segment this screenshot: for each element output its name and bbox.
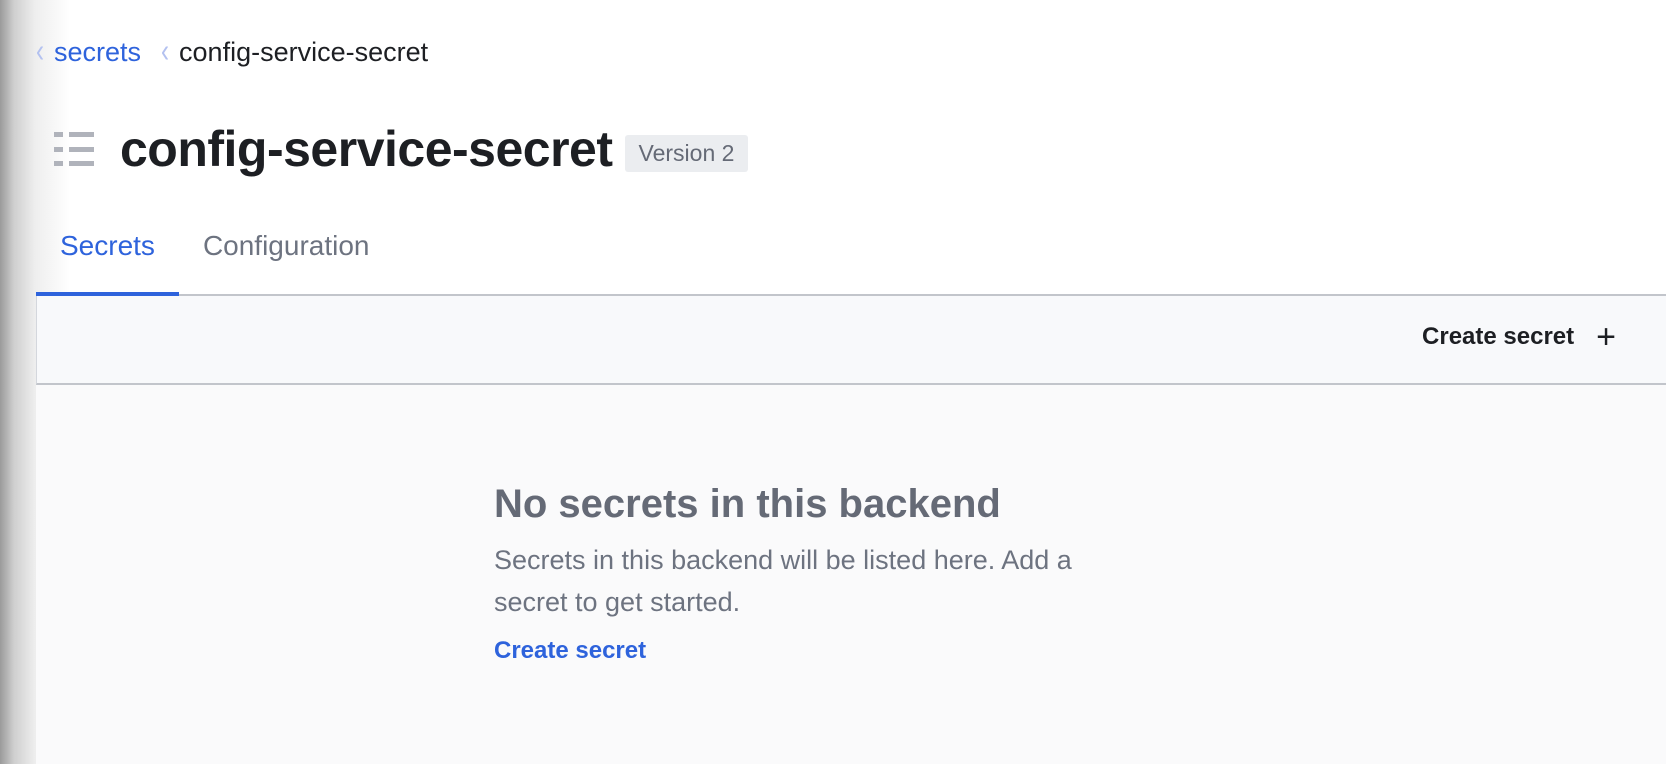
create-secret-button[interactable]: Create secret + (1422, 320, 1616, 354)
create-secret-label: Create secret (1422, 323, 1575, 350)
tab-bar: Secrets Configuration (36, 210, 1666, 296)
plus-icon: + (1596, 318, 1616, 356)
tab-configuration[interactable]: Configuration (179, 210, 394, 292)
empty-state-title: No secrets in this backend (494, 482, 1001, 526)
toolbar: Create secret + (36, 296, 1666, 385)
version-badge: Version 2 (624, 134, 749, 172)
create-secret-link[interactable]: Create secret (494, 637, 646, 664)
empty-state-message: Secrets in this backend will be listed h… (494, 545, 1072, 617)
empty-state: No secrets in this backend Secrets in th… (494, 482, 1134, 665)
chevron-left-icon: ‹ (161, 32, 170, 71)
breadcrumb-link-secrets[interactable]: secrets (54, 37, 141, 68)
list-icon (54, 132, 94, 166)
page-title: config-service-secret (120, 121, 613, 177)
breadcrumb-current: config-service-secret (179, 36, 429, 67)
breadcrumb: ‹ secrets ‹ config-service-secret (36, 32, 429, 71)
tab-secrets[interactable]: Secrets (36, 210, 179, 296)
page-header: config-service-secret Version 2 (54, 116, 749, 182)
page: ‹ secrets ‹ config-service-secret config… (0, 0, 1666, 764)
chevron-left-icon: ‹ (36, 32, 44, 71)
